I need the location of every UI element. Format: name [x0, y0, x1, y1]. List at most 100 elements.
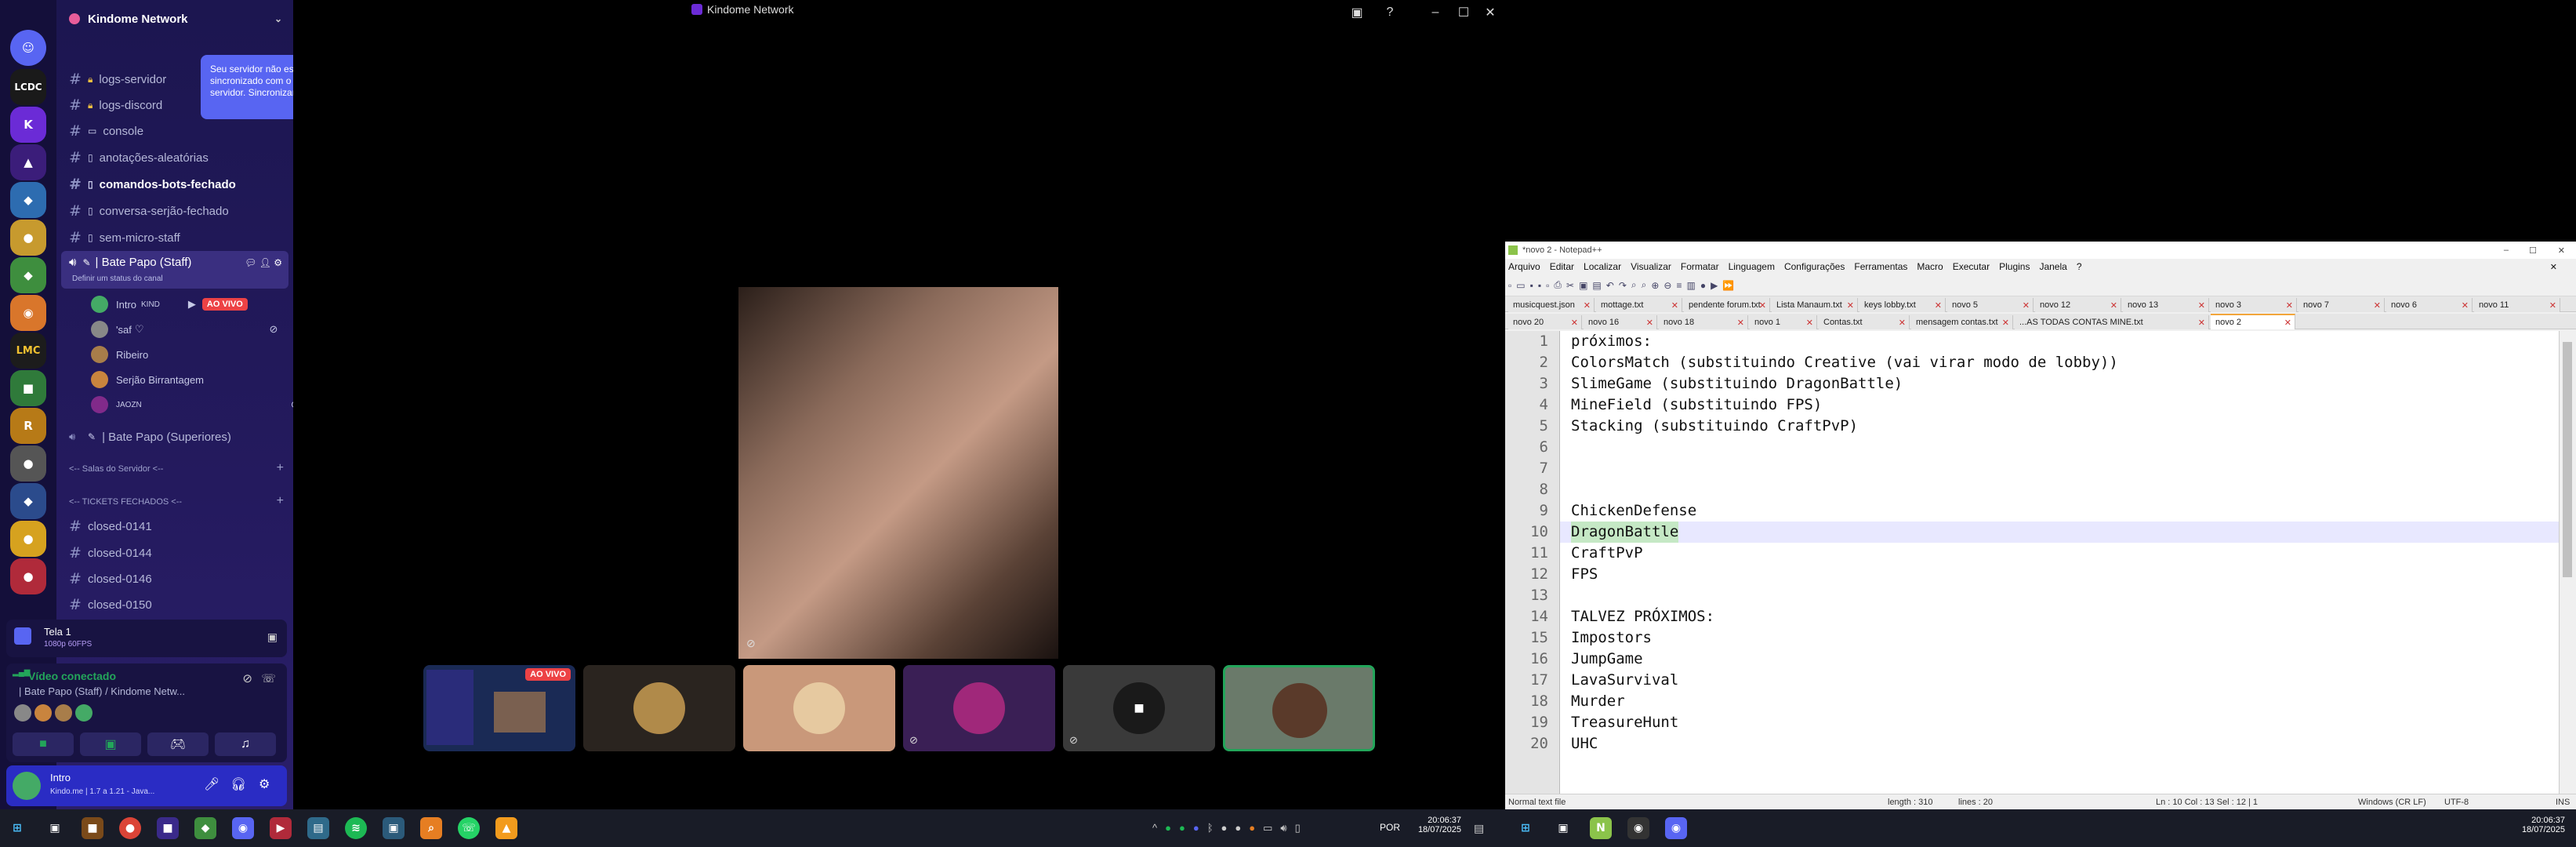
voice-status-channel[interactable]: | Bate Papo (Staff) / Kindome Netw...	[19, 685, 185, 697]
minimize-button[interactable]: –	[2504, 245, 2509, 255]
clock[interactable]: 20:06:37 18/07/2025	[1414, 816, 1461, 834]
chrome-icon[interactable]: ●	[119, 817, 141, 839]
add-channel-icon[interactable]: +	[277, 461, 284, 475]
server-icon[interactable]: ◆	[10, 483, 46, 519]
notepadpp-icon[interactable]: N	[1590, 817, 1612, 839]
avatar[interactable]	[13, 772, 41, 800]
cut-icon[interactable]: ✂	[1566, 280, 1574, 291]
discord-icon[interactable]: ◉	[232, 817, 254, 839]
close-icon[interactable]: ✕	[2374, 300, 2381, 311]
chevron-down-icon[interactable]: ⌄	[274, 13, 282, 24]
participant-tile-speaking[interactable]	[1223, 665, 1375, 751]
file-tab[interactable]: novo 5 ✕	[1947, 298, 2034, 312]
channel-closed-0144[interactable]: # closed-0144	[69, 541, 288, 565]
file-tab[interactable]: keys lobby.txt ✕	[1859, 298, 1946, 312]
play-macro-icon[interactable]: ▶	[1711, 280, 1718, 291]
inbox-icon[interactable]: ▣	[1345, 3, 1369, 22]
close-file-icon[interactable]: ▫	[1546, 280, 1549, 291]
search-icon[interactable]: ⌕	[420, 817, 442, 839]
app-icon[interactable]: ■	[82, 817, 103, 839]
channel-closed-0146[interactable]: # closed-0146	[69, 567, 288, 591]
editor-text-area[interactable]: próximos: ColorsMatch (substituindo Creat…	[1560, 331, 2559, 794]
channel-console[interactable]: # ▭ console	[69, 119, 288, 143]
file-tab[interactable]: novo 18 ✕	[1659, 315, 1748, 329]
avatar[interactable]	[14, 704, 31, 722]
app-icon[interactable]: ▶	[270, 817, 292, 839]
close-icon[interactable]: ✕	[1899, 318, 1906, 328]
close-icon[interactable]: ✕	[1671, 300, 1678, 311]
server-icon[interactable]: ●	[10, 445, 46, 482]
server-icon[interactable]: ●	[10, 558, 46, 594]
app-icon[interactable]: ▤	[307, 817, 329, 839]
close-icon[interactable]: ✕	[1737, 318, 1744, 328]
whatsapp-icon[interactable]: ☏	[458, 817, 480, 839]
wrap-icon[interactable]: ≡	[1676, 280, 1682, 291]
close-icon[interactable]: ✕	[2462, 300, 2469, 311]
menu-item[interactable]: Linguagem	[1729, 261, 1775, 272]
voice-status-title[interactable]: Vídeo conectado	[28, 670, 116, 682]
network-icon[interactable]: ▭	[1263, 822, 1272, 834]
server-icon[interactable]: ■	[10, 370, 46, 406]
open-file-icon[interactable]: ▭	[1516, 280, 1525, 291]
save-all-icon[interactable]: ▪	[1538, 280, 1541, 291]
add-user-icon[interactable]: 👤︎	[259, 257, 271, 268]
menu-item[interactable]: Localizar	[1584, 261, 1621, 272]
channel-closed-0150[interactable]: # closed-0150	[69, 593, 288, 616]
file-tab[interactable]: novo 3 ✕	[2211, 298, 2297, 312]
server-icon[interactable]: ●	[10, 220, 46, 256]
voice-channel-superiores[interactable]: 🔊︎ ✎ | Bate Papo (Superiores)	[69, 425, 288, 449]
close-tab-icon[interactable]: ✕	[2550, 262, 2557, 272]
file-tab[interactable]: novo 12 ✕	[2035, 298, 2121, 312]
file-tab[interactable]: mensagem contas.txt ✕	[1911, 315, 2013, 329]
close-icon[interactable]: ✕	[1847, 300, 1854, 311]
close-icon[interactable]: ✕	[2110, 300, 2117, 311]
minimize-button[interactable]: –	[1424, 3, 1447, 22]
channel-conversa-serjao[interactable]: # ▯ conversa-serjão-fechado	[69, 199, 288, 223]
server-icon[interactable]: ◉	[10, 295, 46, 331]
close-icon[interactable]: ✕	[2284, 318, 2291, 328]
menu-item[interactable]: Visualizar	[1631, 261, 1671, 272]
task-view-icon[interactable]: ▣	[44, 817, 66, 839]
file-tab[interactable]: pendente forum.txt ✕	[1684, 298, 1770, 312]
menu-item[interactable]: Formatar	[1681, 261, 1719, 272]
menu-item[interactable]: Plugins	[1999, 261, 2030, 272]
file-tab[interactable]: novo 20 ✕	[1508, 315, 1582, 329]
server-icon[interactable]: R	[10, 408, 46, 444]
camera-button[interactable]: ■	[13, 732, 74, 756]
user-panel-name[interactable]: Intro	[50, 772, 71, 783]
zoom-in-icon[interactable]: ⊕	[1651, 280, 1659, 291]
stop-stream-icon[interactable]: ▣	[267, 631, 278, 644]
run-macro-icon[interactable]: ⏩	[1722, 280, 1734, 291]
app-tray-icon[interactable]: ●	[1235, 822, 1241, 834]
record-macro-icon[interactable]: ●	[1700, 280, 1706, 291]
close-icon[interactable]: ✕	[2549, 300, 2556, 311]
file-tab[interactable]: novo 16 ✕	[1584, 315, 1657, 329]
app-tray-icon[interactable]: ●	[1249, 822, 1255, 834]
copy-icon[interactable]: ▣	[1579, 280, 1587, 291]
app-tray-icon[interactable]: ●	[1179, 822, 1185, 834]
app-icon[interactable]: ◉	[1627, 817, 1649, 839]
file-tab[interactable]: novo 2 ✕	[2211, 314, 2295, 329]
menu-item[interactable]: Ferramentas	[1854, 261, 1907, 272]
server-icon[interactable]: ◆	[10, 182, 46, 218]
volume-icon[interactable]: 🔊︎	[1280, 822, 1286, 834]
discord-home-icon[interactable]: ☺	[10, 30, 46, 66]
main-video-feed[interactable]: ⊘	[738, 287, 1058, 659]
noise-suppression-icon[interactable]: ⊘	[242, 671, 252, 685]
redo-icon[interactable]: ↷	[1619, 280, 1627, 291]
avatar[interactable]	[75, 704, 93, 722]
minecraft-icon[interactable]: ◆	[194, 817, 216, 839]
vlc-icon[interactable]: ▲	[495, 817, 517, 839]
undo-icon[interactable]: ↶	[1606, 280, 1614, 291]
menu-item[interactable]: Executar	[1953, 261, 1990, 272]
participant-tile[interactable]: ⊘	[903, 665, 1055, 751]
chevron-up-icon[interactable]: ^	[1152, 822, 1157, 834]
channel-anotacoes[interactable]: # ▯ anotações-aleatórias	[69, 146, 288, 169]
activity-button[interactable]: 🎮︎	[147, 732, 209, 756]
server-icon-lmc[interactable]: LMC	[10, 333, 46, 369]
vertical-scrollbar[interactable]	[2559, 331, 2576, 794]
indent-guide-icon[interactable]: ▥	[1687, 280, 1696, 291]
share-screen-button[interactable]: ▣	[80, 732, 141, 756]
soundboard-button[interactable]: ♫	[215, 732, 276, 756]
gear-icon[interactable]: ⚙	[259, 776, 270, 792]
